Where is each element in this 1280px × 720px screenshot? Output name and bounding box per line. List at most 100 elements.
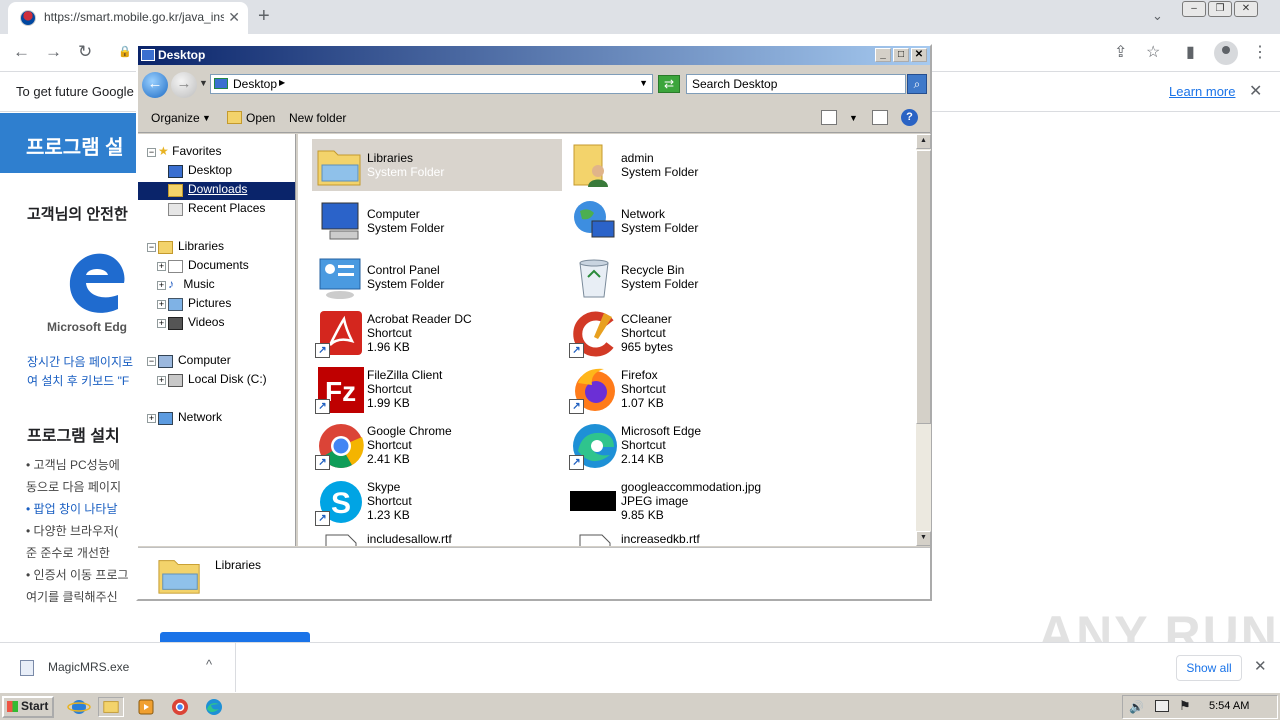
reload-icon[interactable]: ↻	[78, 42, 93, 61]
download-file-name: MagicMRS.exe	[48, 660, 130, 674]
tab-search-chevron-icon[interactable]: ⌄	[1152, 8, 1163, 24]
browser-restore-button[interactable]: ❐	[1208, 1, 1232, 17]
media-player-icon[interactable]	[133, 697, 159, 717]
explorer-back-button[interactable]: ←	[142, 72, 168, 98]
nav-local-disk[interactable]: Local Disk (C:)	[168, 372, 267, 390]
show-all-button[interactable]: Show all	[1176, 655, 1242, 681]
download-item[interactable]: MagicMRS.exe ^	[0, 643, 236, 693]
nav-music[interactable]: ♪ Music	[168, 277, 215, 295]
nav-recent-places[interactable]: Recent Places	[168, 201, 265, 219]
explorer-close-button[interactable]: ✕	[911, 48, 927, 62]
file-item-libraries[interactable]: Libraries System Folder	[312, 139, 562, 191]
page-link-line2[interactable]: 여 설치 후 키보드 "F	[27, 372, 135, 389]
nav-computer[interactable]: Computer	[158, 353, 231, 371]
explorer-taskbar-icon[interactable]	[98, 697, 124, 717]
address-dropdown-icon[interactable]: ▼	[639, 78, 648, 88]
expand-local-disk-icon[interactable]: +	[157, 376, 166, 385]
scroll-down-icon[interactable]: ▼	[916, 531, 931, 546]
expand-music-icon[interactable]: +	[157, 281, 166, 290]
file-item-filezilla[interactable]: Fz ↗ FileZilla Client Shortcut 1.99 KB	[312, 363, 562, 415]
nav-pictures[interactable]: Pictures	[168, 296, 231, 314]
download-shelf-close-icon[interactable]: ✕	[1254, 657, 1267, 675]
forward-arrow-icon[interactable]: →	[45, 42, 62, 61]
expand-network-icon[interactable]: +	[147, 414, 156, 423]
file-item-computer[interactable]: Computer System Folder	[312, 195, 562, 247]
browser-tab[interactable]: https://smart.mobile.go.kr/java_inst ✕	[8, 2, 248, 34]
share-icon[interactable]: ⇪	[1114, 42, 1127, 62]
file-type: Shortcut	[621, 438, 666, 452]
expand-documents-icon[interactable]: +	[157, 262, 166, 271]
organize-dropdown-icon[interactable]: ▼	[202, 113, 211, 123]
nav-downloads[interactable]: Downloads	[138, 182, 295, 200]
change-view-icon[interactable]	[821, 110, 837, 125]
browser-minimize-button[interactable]: –	[1182, 1, 1206, 17]
file-item-recycle-bin[interactable]: Recycle Bin System Folder	[566, 251, 816, 303]
file-item-chrome[interactable]: ↗ Google Chrome Shortcut 2.41 KB	[312, 419, 562, 471]
infobar-close-icon[interactable]: ✕	[1249, 81, 1262, 101]
clock[interactable]: 5:54 AM	[1209, 700, 1249, 712]
action-center-flag-icon[interactable]: ⚑	[1179, 698, 1191, 714]
scroll-thumb[interactable]	[916, 150, 931, 424]
nav-network[interactable]: Network	[158, 410, 222, 428]
file-item-acrobat[interactable]: ↗ Acrobat Reader DC Shortcut 1.96 KB	[312, 307, 562, 359]
collapse-favorites-icon[interactable]: −	[147, 148, 156, 157]
file-item-control-panel[interactable]: Control Panel System Folder	[312, 251, 562, 303]
lock-icon[interactable]: 🔒	[118, 45, 133, 58]
file-item-increasedkb[interactable]: increasedkb.rtf	[566, 531, 816, 546]
browser-close-button[interactable]: ✕	[1234, 1, 1258, 17]
file-item-edge[interactable]: ↗ Microsoft Edge Shortcut 2.14 KB	[566, 419, 816, 471]
profile-avatar-icon[interactable]	[1214, 41, 1238, 65]
breadcrumb-chevron-icon[interactable]: ▶	[279, 78, 285, 87]
volume-icon[interactable]: 🔊	[1129, 700, 1144, 714]
explorer-minimize-button[interactable]: _	[875, 48, 891, 62]
favorites-star-icon: ★	[158, 144, 169, 158]
file-item-admin[interactable]: admin System Folder	[566, 139, 816, 191]
bookmark-star-icon[interactable]: ☆	[1146, 42, 1160, 62]
new-tab-button[interactable]: +	[258, 5, 270, 28]
chrome-taskbar-icon[interactable]	[167, 697, 193, 717]
organize-button[interactable]: Organize	[151, 111, 200, 125]
file-list-scrollbar[interactable]: ▲ ▼	[916, 134, 931, 546]
new-folder-button[interactable]: New folder	[289, 111, 346, 125]
chrome-menu-icon[interactable]: ⋮	[1252, 42, 1268, 62]
expand-videos-icon[interactable]: +	[157, 319, 166, 328]
nav-videos[interactable]: Videos	[168, 315, 224, 333]
nav-documents[interactable]: Documents	[168, 258, 249, 276]
learn-more-link[interactable]: Learn more	[1169, 84, 1235, 99]
preview-pane-icon[interactable]	[872, 110, 888, 125]
side-panel-icon[interactable]: ▮	[1186, 42, 1195, 62]
start-button[interactable]: Start	[2, 696, 54, 718]
open-button[interactable]: Open	[246, 111, 275, 125]
nav-favorites[interactable]: ★ Favorites	[158, 144, 221, 162]
scroll-up-icon[interactable]: ▲	[916, 134, 931, 149]
download-options-chevron-icon[interactable]: ^	[206, 657, 212, 672]
explorer-forward-button[interactable]: →	[171, 72, 197, 98]
file-item-firefox[interactable]: ↗ Firefox Shortcut 1.07 KB	[566, 363, 816, 415]
help-icon[interactable]: ?	[901, 109, 918, 126]
file-list: Libraries System Folder admin System Fol…	[298, 134, 916, 546]
page-link-line1[interactable]: 장시간 다음 페이지로	[27, 353, 135, 370]
internet-explorer-icon[interactable]	[66, 697, 92, 717]
expand-pictures-icon[interactable]: +	[157, 300, 166, 309]
collapse-libraries-icon[interactable]: −	[147, 243, 156, 252]
file-item-ccleaner[interactable]: ↗ CCleaner Shortcut 965 bytes	[566, 307, 816, 359]
file-item-skype[interactable]: S ↗ Skype Shortcut 1.23 KB	[312, 475, 562, 527]
collapse-computer-icon[interactable]: −	[147, 357, 156, 366]
tab-close-icon[interactable]: ✕	[228, 9, 240, 26]
explorer-title-bar[interactable]: Desktop _ □ ✕	[138, 46, 930, 65]
search-icon[interactable]: ⌕	[907, 74, 927, 94]
back-arrow-icon[interactable]: ←	[13, 42, 30, 61]
address-bar[interactable]: Desktop ▶ ▼	[210, 74, 653, 94]
network-tray-icon[interactable]	[1155, 700, 1169, 712]
file-item-network[interactable]: Network System Folder	[566, 195, 816, 247]
search-input[interactable]: Search Desktop	[686, 74, 906, 94]
nav-desktop[interactable]: Desktop	[168, 163, 232, 181]
edge-taskbar-icon[interactable]	[201, 697, 227, 717]
explorer-maximize-button[interactable]: □	[893, 48, 909, 62]
file-item-googleaccommodation[interactable]: googleaccommodation.jpg JPEG image 9.85 …	[566, 475, 816, 527]
file-item-includesallow[interactable]: includesallow.rtf	[312, 531, 562, 546]
view-dropdown-icon[interactable]: ▼	[849, 113, 858, 123]
nav-libraries[interactable]: Libraries	[158, 239, 224, 257]
history-dropdown-icon[interactable]: ▼	[199, 78, 208, 88]
refresh-button[interactable]: ⇄	[658, 75, 680, 93]
